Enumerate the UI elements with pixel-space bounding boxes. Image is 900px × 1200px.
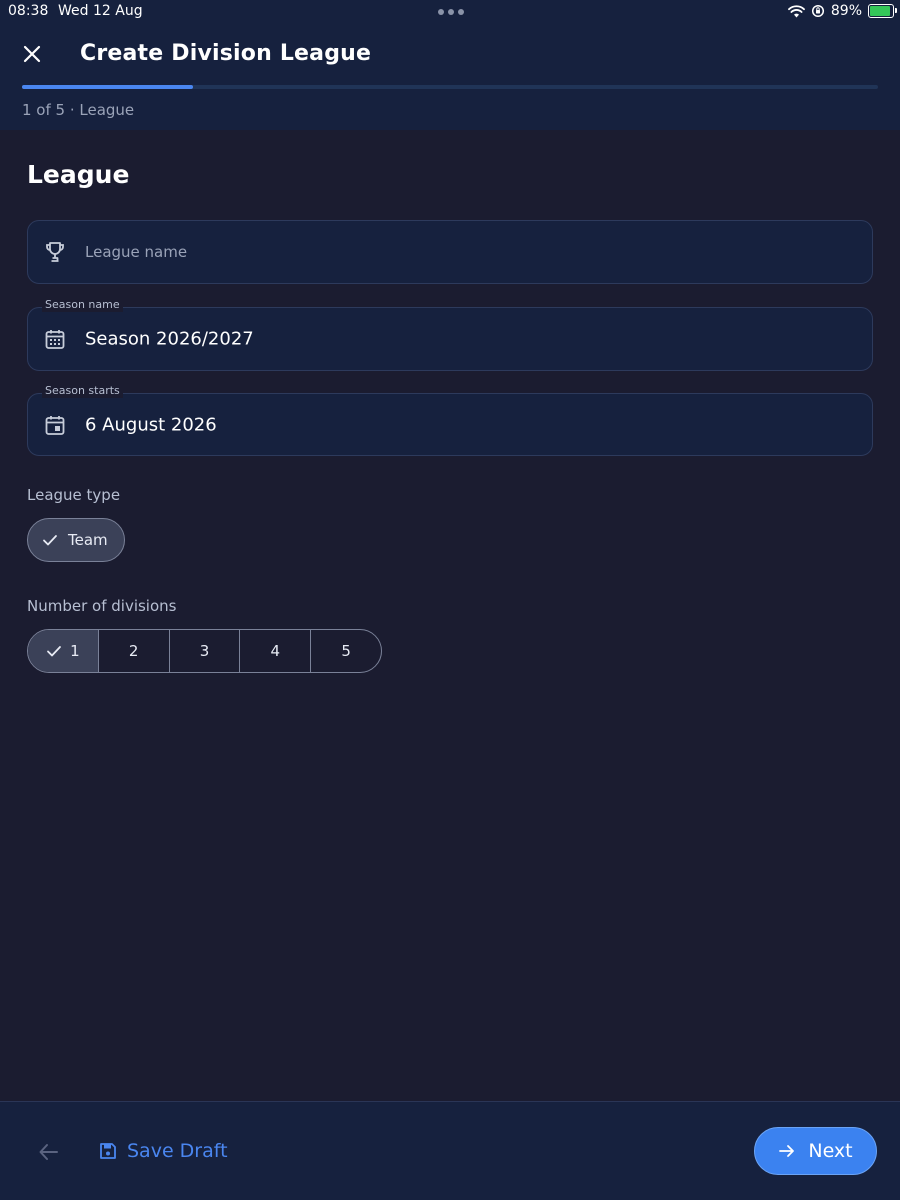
calendar-grid-icon [45,330,65,349]
division-option-4[interactable]: 4 [239,630,310,672]
multitasking-dots-icon[interactable] [438,9,464,15]
league-name-field[interactable]: League name [27,220,873,284]
page-title: Create Division League [80,41,372,66]
division-option-2[interactable]: 2 [97,630,169,672]
battery-percent: 89% [830,3,862,19]
divisions-label: Number of divisions [27,597,177,615]
division-option-3[interactable]: 3 [168,630,240,672]
battery-icon [868,4,897,18]
divisions-segmented-control: 1 2 3 4 5 [27,629,382,673]
division-option-label: 2 [128,642,139,660]
next-button[interactable]: Next [754,1127,877,1175]
division-option-label: 4 [270,642,281,660]
season-name-label: Season name [42,298,123,312]
step-label: 1 of 5 · League [22,101,135,119]
battery-fill [870,6,890,16]
status-date: Wed 12 Aug [58,3,143,19]
division-option-label: 1 [70,642,80,660]
division-option-1[interactable]: 1 [28,630,98,672]
league-type-chip-label: Team [68,531,108,549]
league-name-input[interactable]: League name [85,243,187,261]
status-time: 08:38 [8,3,49,19]
section-title: League [27,160,130,189]
close-button[interactable] [18,40,46,68]
floppy-disk-icon [100,1143,116,1159]
back-button[interactable] [36,1139,62,1165]
division-option-5[interactable]: 5 [310,630,381,672]
season-name-input[interactable]: Season 2026/2027 [85,329,254,350]
league-type-chip-team[interactable]: Team [27,518,125,562]
orientation-lock-icon [811,4,824,18]
next-label: Next [808,1140,853,1162]
season-starts-label: Season starts [42,384,123,398]
season-starts-input[interactable]: 6 August 2026 [85,414,217,435]
calendar-event-icon [45,415,65,435]
division-option-label: 3 [199,642,210,660]
season-name-field[interactable]: Season name Season 2026/2027 [27,298,873,371]
save-draft-button[interactable]: Save Draft [99,1140,228,1162]
check-icon [47,646,62,657]
league-type-label: League type [27,486,121,504]
app-header: Create Division League 1 of 5 · League [0,24,900,130]
arrow-left-icon [39,1144,58,1160]
division-option-label: 5 [341,642,351,660]
status-right: 89% [787,3,897,19]
close-icon [23,45,41,63]
bottom-action-bar: Save Draft Next [0,1101,900,1200]
arrow-right-icon [779,1145,795,1157]
save-draft-label: Save Draft [127,1140,228,1162]
step-progress-fill [22,85,194,89]
season-starts-field[interactable]: Season starts 6 August 2026 [27,384,873,456]
status-bar: 08:38 Wed 12 Aug 89% [0,0,900,24]
wifi-icon [787,4,805,17]
check-icon [43,535,57,546]
step-progress-bar [22,85,878,89]
trophy-icon [46,242,64,262]
